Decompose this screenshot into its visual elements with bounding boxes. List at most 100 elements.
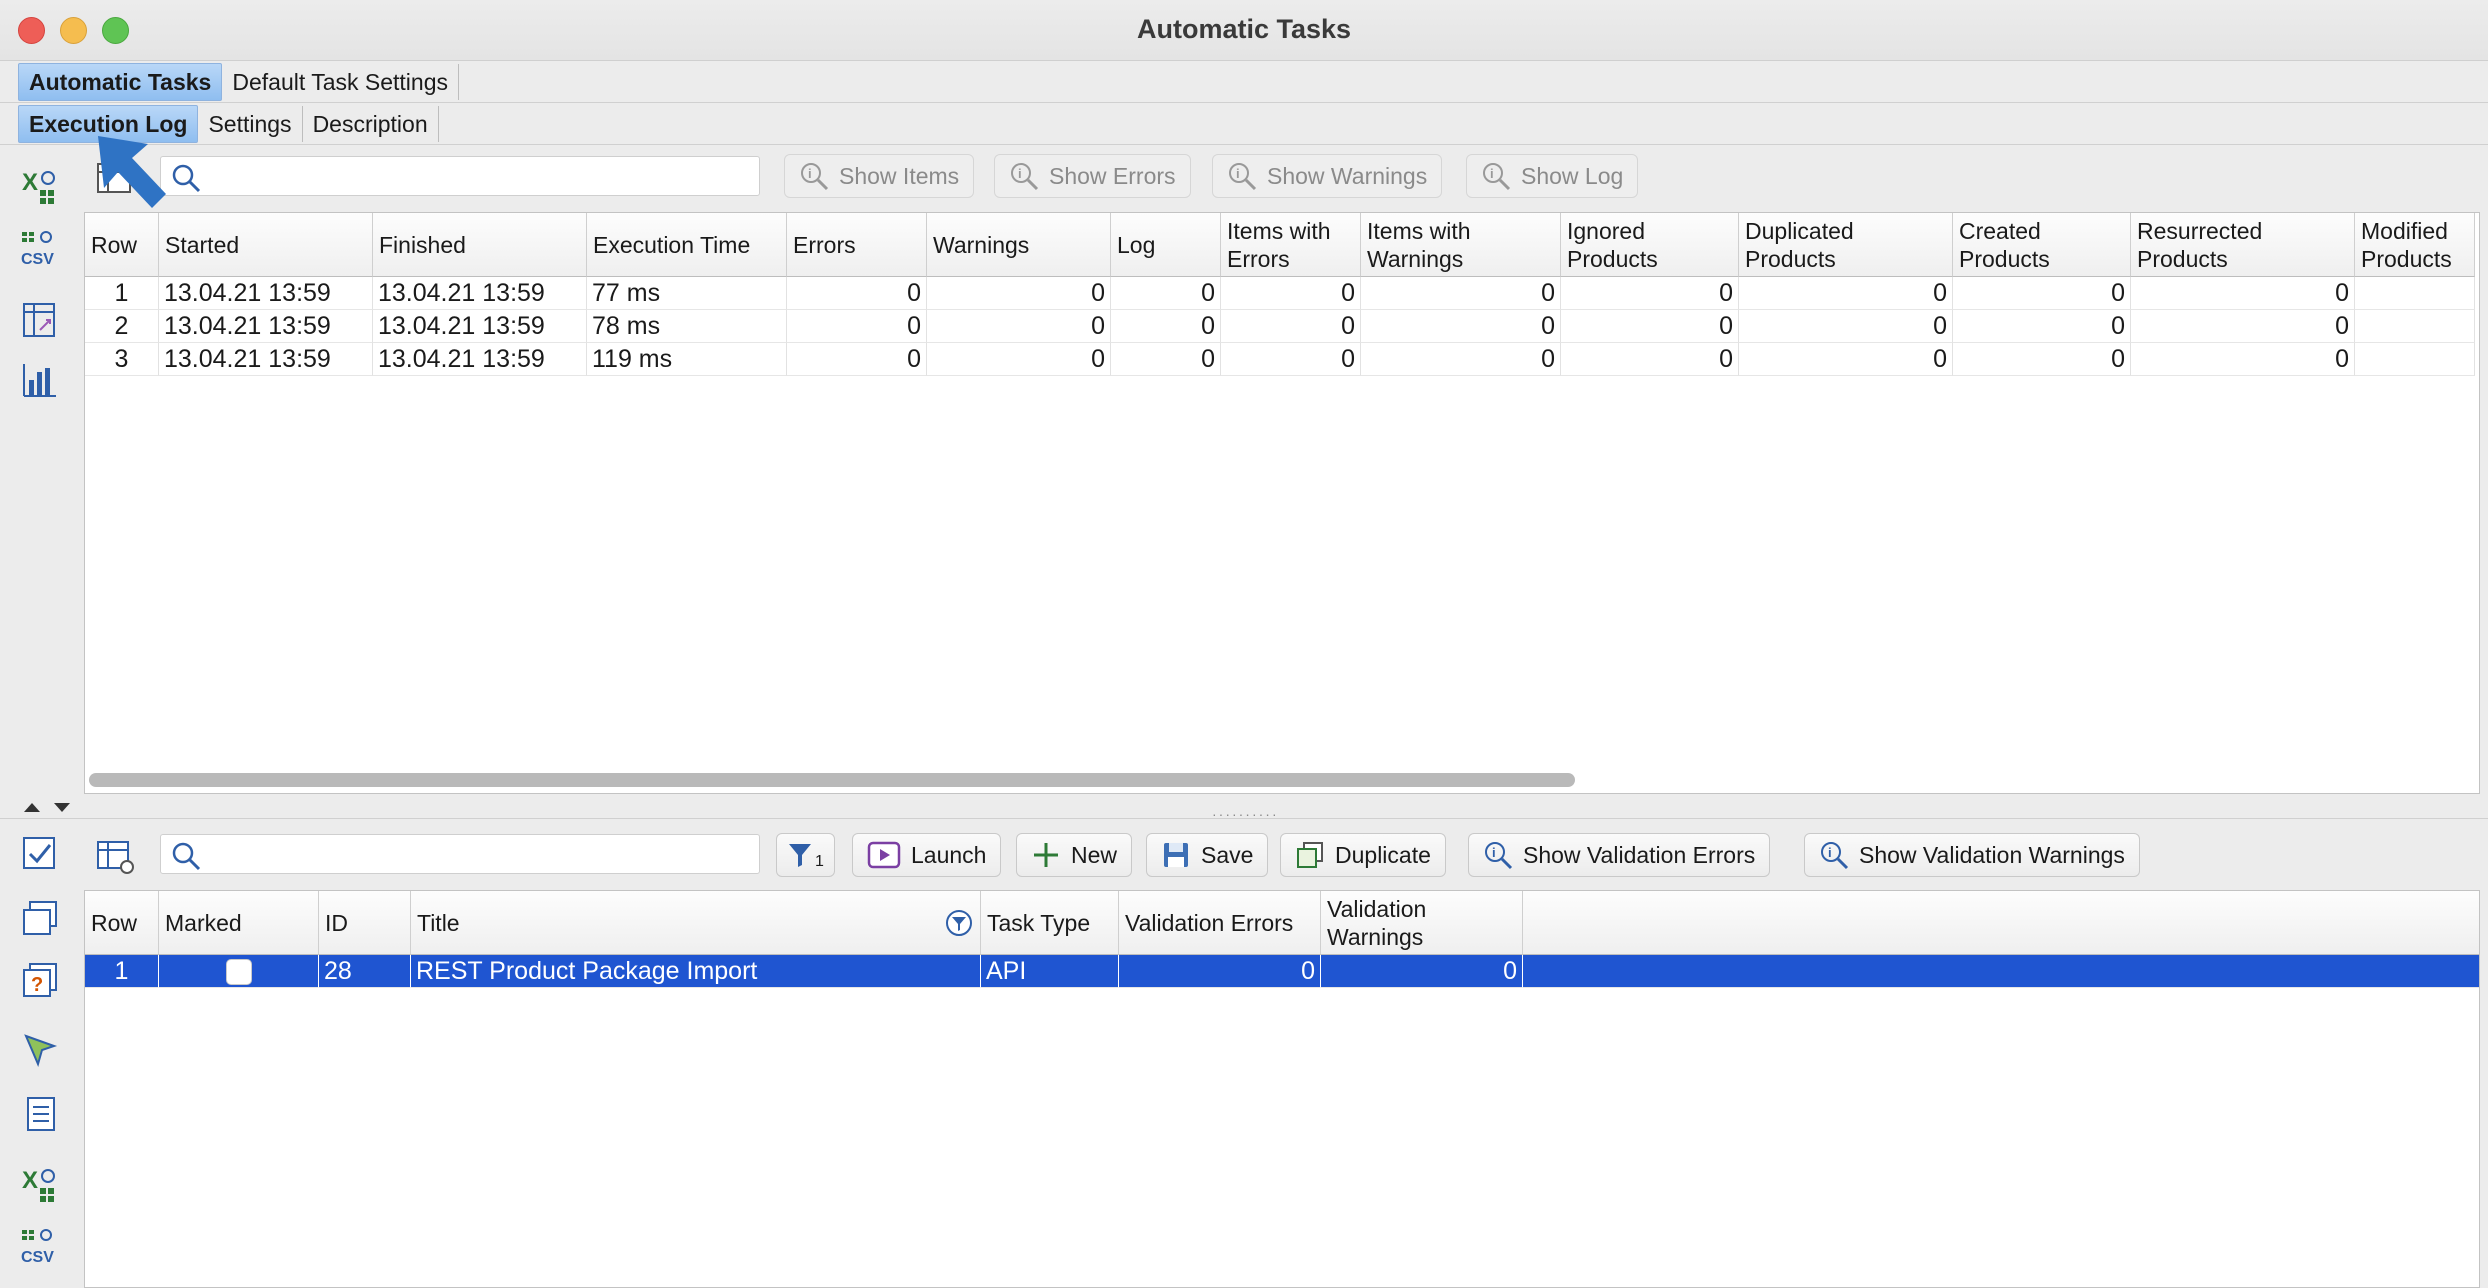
help-icon[interactable]: ? bbox=[20, 960, 60, 1000]
log-cell-started: 13.04.21 13:59 bbox=[159, 310, 373, 343]
excel-export-icon[interactable]: X bbox=[20, 166, 60, 206]
task-column-header-row[interactable]: Row bbox=[85, 891, 159, 955]
log-column-header-created-products[interactable]: Created Products bbox=[1953, 213, 2131, 277]
task-search-box[interactable] bbox=[160, 834, 760, 874]
tab-settings[interactable]: Settings bbox=[198, 106, 303, 142]
log-cell-log: 0 bbox=[1111, 310, 1221, 343]
csv-export-icon[interactable]: CSV bbox=[20, 1226, 60, 1266]
launch-icon bbox=[867, 841, 901, 869]
log-cell-errors: 0 bbox=[787, 277, 927, 310]
log-column-header-modified-products[interactable]: Modified Products bbox=[2355, 213, 2475, 277]
log-column-header-duplicated-products[interactable]: Duplicated Products bbox=[1739, 213, 1953, 277]
new-button[interactable]: New bbox=[1016, 833, 1133, 877]
svg-text:i: i bbox=[1018, 166, 1022, 181]
log-column-header-items-with-errors[interactable]: Items with Errors bbox=[1221, 213, 1361, 277]
show-validation-warnings-button[interactable]: i Show Validation Warnings bbox=[1804, 833, 2140, 877]
svg-text:i: i bbox=[1236, 166, 1240, 181]
log-cell-items-with-warnings: 0 bbox=[1361, 343, 1561, 376]
log-column-header-finished[interactable]: Finished bbox=[373, 213, 587, 277]
log-search-box[interactable] bbox=[160, 156, 760, 196]
log-cell-duplicated-products: 0 bbox=[1739, 310, 1953, 343]
expand-up-icon[interactable] bbox=[22, 800, 42, 814]
task-cell-id: 28 bbox=[319, 955, 411, 988]
excel-export-icon[interactable]: X bbox=[20, 1164, 60, 1204]
svg-text:i: i bbox=[808, 166, 812, 181]
log-column-header-log[interactable]: Log bbox=[1111, 213, 1221, 277]
log-column-header-row[interactable]: Row bbox=[85, 213, 159, 277]
title-bar: Automatic Tasks bbox=[0, 0, 2488, 61]
log-search-input[interactable] bbox=[211, 161, 753, 193]
filter-button[interactable]: 1 bbox=[776, 833, 835, 877]
task-column-header-task-type[interactable]: Task Type bbox=[981, 891, 1119, 955]
show-log-label: Show Log bbox=[1521, 162, 1624, 189]
log-cell-items-with-warnings: 0 bbox=[1361, 277, 1561, 310]
log-cell-created-products: 0 bbox=[1953, 343, 2131, 376]
bar-chart-icon[interactable] bbox=[20, 360, 60, 400]
search-icon bbox=[172, 842, 201, 871]
info-search-icon: i bbox=[1229, 163, 1257, 191]
copy-icon[interactable] bbox=[20, 898, 60, 938]
plus-icon bbox=[1034, 843, 1058, 867]
sub-tab-bar: Execution Log Settings Description bbox=[18, 105, 439, 143]
select-cursor-icon[interactable] bbox=[20, 1030, 60, 1070]
show-log-button[interactable]: i Show Log bbox=[1466, 154, 1639, 198]
log-column-header-items-with-warnings[interactable]: Items with Warnings bbox=[1361, 213, 1561, 277]
table-transpose-icon[interactable] bbox=[20, 300, 60, 340]
log-cell-errors: 0 bbox=[787, 310, 927, 343]
task-column-header-validation-errors[interactable]: Validation Errors bbox=[1119, 891, 1321, 955]
duplicate-button[interactable]: Duplicate bbox=[1280, 833, 1446, 877]
task-column-header-id[interactable]: ID bbox=[319, 891, 411, 955]
show-validation-errors-button[interactable]: i Show Validation Errors bbox=[1468, 833, 1771, 877]
horizontal-scrollbar[interactable] bbox=[89, 773, 1575, 787]
show-items-button[interactable]: i Show Items bbox=[784, 154, 975, 198]
log-cell-execution-time: 77 ms bbox=[587, 277, 787, 310]
svg-text:i: i bbox=[1828, 845, 1832, 860]
log-cell-finished: 13.04.21 13:59 bbox=[373, 310, 587, 343]
log-column-header-errors[interactable]: Errors bbox=[787, 213, 927, 277]
split-divider bbox=[0, 818, 2488, 819]
show-validation-warnings-label: Show Validation Warnings bbox=[1859, 841, 2125, 868]
info-search-icon: i bbox=[1011, 163, 1039, 191]
show-validation-errors-label: Show Validation Errors bbox=[1523, 841, 1756, 868]
info-search-icon: i bbox=[1485, 842, 1513, 870]
document-list-icon[interactable] bbox=[20, 1094, 60, 1134]
mark-checkbox-icon[interactable] bbox=[20, 834, 60, 874]
log-cell-row: 2 bbox=[85, 310, 159, 343]
save-button[interactable]: Save bbox=[1146, 833, 1269, 877]
task-cell-validation-warnings: 0 bbox=[1321, 955, 1523, 988]
log-column-header-execution-time[interactable]: Execution Time bbox=[587, 213, 787, 277]
log-cell-resurrected-products: 0 bbox=[2131, 310, 2355, 343]
tab-default-task-settings[interactable]: Default Task Settings bbox=[222, 64, 459, 100]
tab-divider bbox=[0, 102, 2488, 103]
split-pane-grip[interactable]: ·········· bbox=[1212, 806, 1279, 822]
log-column-header-warnings[interactable]: Warnings bbox=[927, 213, 1111, 277]
show-warnings-button[interactable]: i Show Warnings bbox=[1212, 154, 1443, 198]
task-cell-marked[interactable] bbox=[159, 955, 319, 988]
show-errors-button[interactable]: i Show Errors bbox=[994, 154, 1191, 198]
column-filter-icon[interactable] bbox=[944, 908, 974, 938]
task-column-header-empty[interactable] bbox=[1523, 891, 2479, 955]
log-cell-warnings: 0 bbox=[927, 343, 1111, 376]
info-search-icon: i bbox=[801, 163, 829, 191]
filter-funnel-icon bbox=[789, 844, 811, 867]
log-column-header-resurrected-products[interactable]: Resurrected Products bbox=[2131, 213, 2355, 277]
log-column-header-ignored-products[interactable]: Ignored Products bbox=[1561, 213, 1739, 277]
column-settings-icon[interactable] bbox=[96, 836, 136, 876]
log-cell-items-with-errors: 0 bbox=[1221, 277, 1361, 310]
launch-label: Launch bbox=[911, 841, 987, 868]
tab-description[interactable]: Description bbox=[303, 106, 439, 142]
log-cell-ignored-products: 0 bbox=[1561, 343, 1739, 376]
log-column-header-started[interactable]: Started bbox=[159, 213, 373, 277]
marked-checkbox[interactable] bbox=[225, 959, 252, 985]
split-pane-controls[interactable] bbox=[22, 800, 72, 814]
task-column-header-title[interactable]: Title bbox=[411, 891, 981, 955]
log-cell-ignored-products: 0 bbox=[1561, 310, 1739, 343]
task-column-header-validation-warnings[interactable]: Validation Warnings bbox=[1321, 891, 1523, 955]
tab-automatic-tasks[interactable]: Automatic Tasks bbox=[18, 63, 223, 101]
csv-export-icon[interactable]: CSV bbox=[20, 228, 60, 268]
task-column-header-marked[interactable]: Marked bbox=[159, 891, 319, 955]
expand-down-icon[interactable] bbox=[52, 800, 72, 814]
task-search-input[interactable] bbox=[211, 839, 753, 871]
log-cell-execution-time: 78 ms bbox=[587, 310, 787, 343]
launch-button[interactable]: Launch bbox=[852, 833, 1002, 877]
